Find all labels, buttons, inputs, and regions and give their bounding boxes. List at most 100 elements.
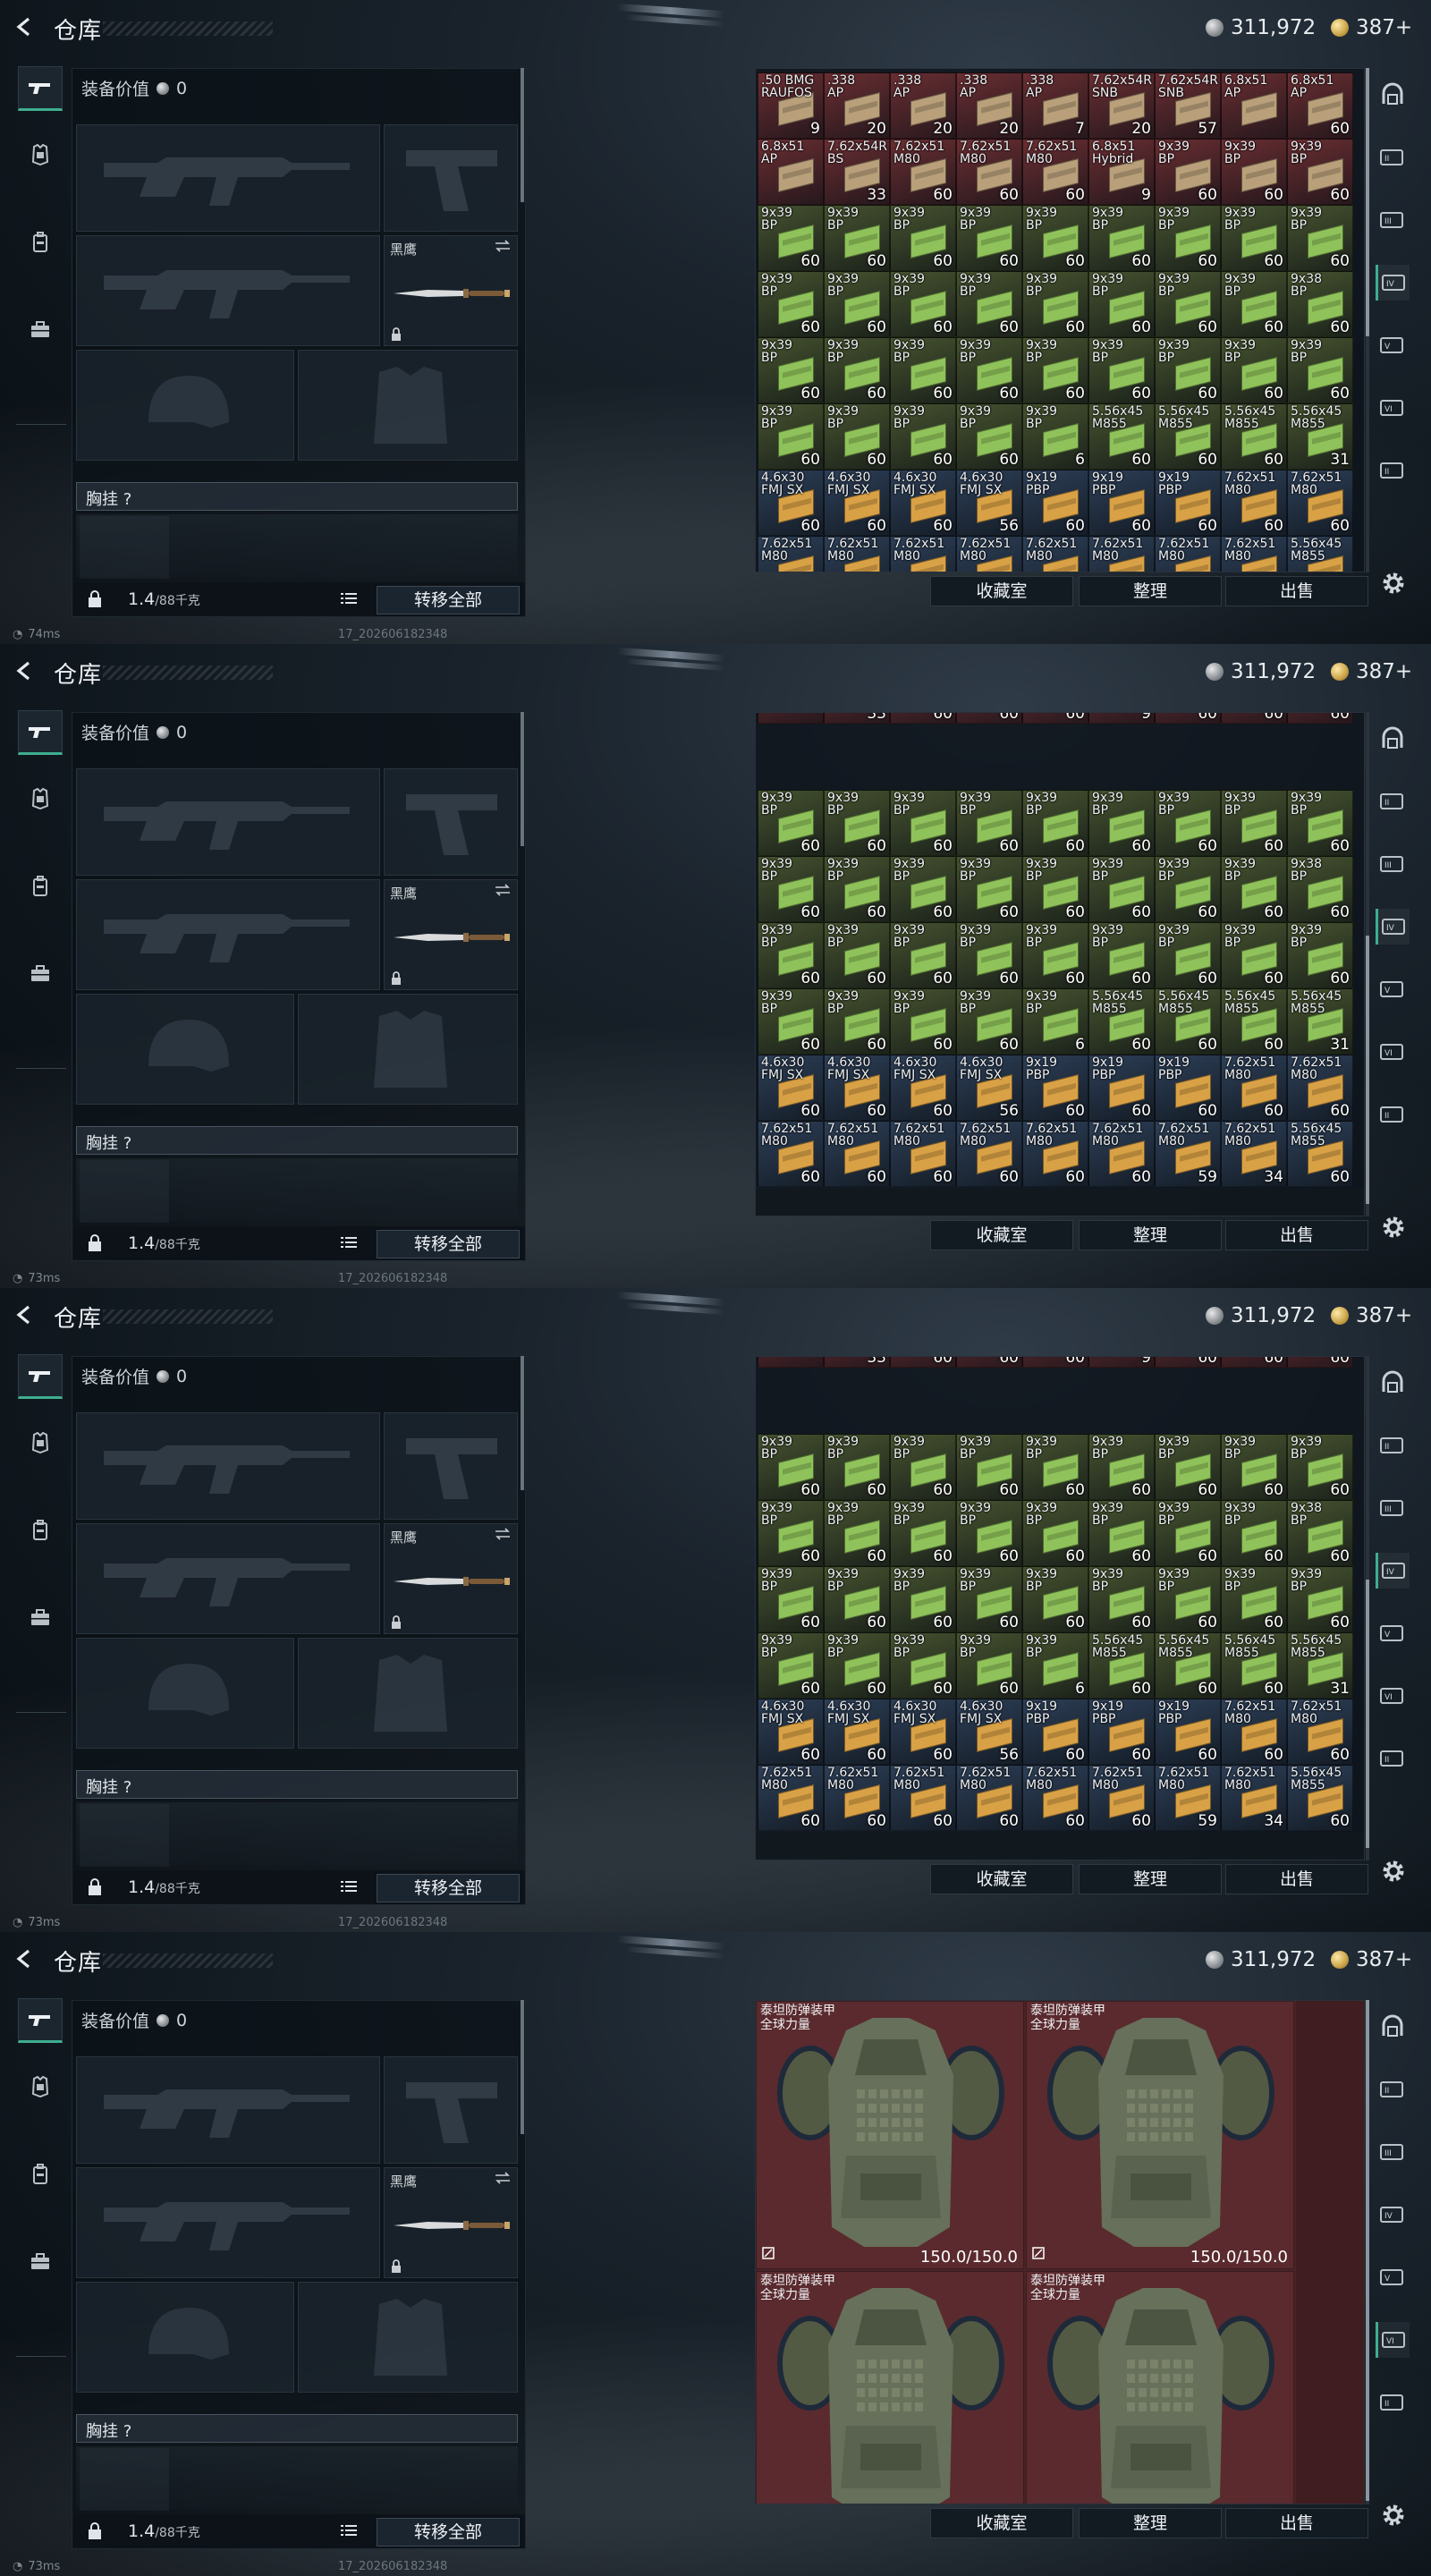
secondary-weapon-slot[interactable] — [76, 235, 380, 346]
ammo-item[interactable]: 6.8x51 Hybrid 9 — [1088, 139, 1155, 205]
ammo-item[interactable]: 5.56x45 M855 60 — [1221, 1632, 1287, 1699]
ammo-item[interactable]: 7.62x54R SNB 57 — [1155, 72, 1221, 139]
ammo-item[interactable]: 9x39 BP 6 — [1022, 988, 1088, 1055]
ammo-item[interactable]: 7.62x51 M80 60 — [824, 1121, 890, 1187]
ammo-item[interactable]: 7.62x51 M80 60 — [890, 139, 956, 205]
ammo-item[interactable]: 7.62x51 M80 60 — [1287, 1699, 1353, 1765]
rail-tab-7[interactable]: II — [1376, 2385, 1410, 2420]
ammo-item[interactable]: 4.6x30 FMJ SX 60 — [890, 1699, 956, 1765]
rail-tab-5[interactable]: V — [1376, 1615, 1410, 1651]
collection-room-button[interactable]: 收藏室 — [930, 1220, 1073, 1250]
gold-currency[interactable]: 387+ — [1331, 660, 1412, 683]
ammo-item[interactable]: 6.8x51 AP 60 — [1287, 72, 1353, 139]
ammo-item[interactable]: 9x38 BP 60 — [1287, 271, 1353, 337]
ammo-item[interactable]: 4.6x30 FMJ SX 60 — [824, 1699, 890, 1765]
swap-icon[interactable] — [494, 240, 512, 252]
rail-tab-3[interactable]: III — [1376, 2134, 1410, 2170]
scrollbar-thumb[interactable] — [1366, 1580, 1369, 1848]
ammo-item[interactable]: 9x39 BP 60 — [1088, 1434, 1155, 1500]
ammo-item[interactable]: 9x39 BP 6 — [1022, 403, 1088, 470]
ammo-item[interactable]: 5.56x45 M855 31 — [1287, 1632, 1353, 1699]
ammo-item[interactable]: 4.6x30 FMJ SX 60 — [890, 1055, 956, 1121]
ammo-item[interactable]: 9x39 BP 60 — [1221, 1500, 1287, 1566]
ammo-item[interactable]: 7.62x51 M80 60 — [1088, 1765, 1155, 1831]
ammo-item[interactable]: 60 — [1022, 713, 1088, 724]
ammo-item[interactable]: 4.6x30 FMJ SX 60 — [758, 1699, 824, 1765]
ammo-item[interactable]: 9x39 BP 60 — [1022, 1434, 1088, 1500]
ammo-item[interactable]: 9x39 BP 60 — [1022, 790, 1088, 856]
secondary-weapon-slot[interactable] — [76, 1523, 380, 1634]
ammo-item[interactable]: 9x39 BP 60 — [890, 856, 956, 922]
rail-tab-5[interactable]: V — [1376, 327, 1410, 363]
rail-tab-7[interactable]: II — [1376, 1741, 1410, 1776]
ammo-item[interactable]: 9x39 BP 60 — [1022, 1500, 1088, 1566]
ammo-item[interactable]: 9x39 BP 60 — [1155, 1500, 1221, 1566]
rail-tab-6[interactable]: VI — [1376, 1678, 1410, 1714]
ammo-item[interactable]: 9 — [1088, 713, 1155, 724]
ammo-item[interactable]: 9x39 BP 60 — [758, 922, 824, 988]
nav-case[interactable] — [18, 308, 63, 352]
rail-tab-6[interactable]: VI — [1376, 1034, 1410, 1070]
nav-case[interactable] — [18, 952, 63, 996]
ammo-item[interactable]: 9x39 BP 60 — [1088, 922, 1155, 988]
armor-item[interactable]: 泰坦防弹装甲 全球力量 150.0/150.0 — [756, 2001, 1024, 2269]
ammo-item[interactable]: 7.62x51 M80 59 — [1155, 1121, 1221, 1187]
ammo-item[interactable]: 9x39 BP 60 — [1287, 922, 1353, 988]
pistol-slot[interactable] — [384, 768, 518, 876]
ammo-item[interactable]: 60 — [1287, 713, 1353, 724]
chest-rig-slot[interactable]: 胸挂 ? — [76, 1770, 518, 1799]
sell-button[interactable]: 出售 — [1225, 576, 1368, 606]
ammo-item[interactable]: 9x39 BP 60 — [758, 1632, 824, 1699]
ammo-item[interactable]: 9x39 BP 60 — [1155, 271, 1221, 337]
settings-button[interactable] — [1377, 1855, 1410, 1887]
inventory-scrollbar[interactable] — [1366, 1356, 1369, 1860]
ammo-item[interactable]: 9x39 BP 60 — [956, 271, 1022, 337]
rail-tab-2[interactable]: II — [1376, 2072, 1410, 2107]
nav-weapons[interactable] — [18, 66, 63, 111]
body-armor-slot[interactable] — [298, 994, 518, 1105]
ammo-item[interactable]: 5.56x45 M855 31 — [1287, 988, 1353, 1055]
settings-button[interactable] — [1377, 567, 1410, 599]
ammo-item[interactable]: 7.62x51 M80 34 — [1221, 1765, 1287, 1831]
ammo-item[interactable]: 9x39 BP 60 — [1022, 856, 1088, 922]
inventory-scrollbar[interactable] — [1366, 2000, 1369, 2504]
melee-slot[interactable]: 黑鹰 — [384, 2167, 518, 2278]
ammo-item[interactable]: 4.6x30 FMJ SX 56 — [956, 470, 1022, 536]
ammo-item[interactable]: 60 — [890, 713, 956, 724]
rail-tab-5[interactable]: V — [1376, 2259, 1410, 2295]
ammo-item[interactable]: 9x39 BP 60 — [1155, 1434, 1221, 1500]
rail-tab-2[interactable]: II — [1376, 784, 1410, 819]
ammo-item[interactable]: 9x39 BP 60 — [1221, 337, 1287, 403]
ammo-item[interactable]: 9x19 PBP 60 — [1088, 470, 1155, 536]
primary-weapon-slot[interactable] — [76, 124, 380, 232]
secondary-weapon-slot[interactable] — [76, 2167, 380, 2278]
ammo-item[interactable]: 5.56x45 M855 60 — [1221, 988, 1287, 1055]
scrollbar-thumb[interactable] — [1366, 2000, 1369, 2501]
ammo-item[interactable]: 9x39 BP 60 — [1221, 1566, 1287, 1632]
ammo-item[interactable]: 9x39 BP 60 — [758, 337, 824, 403]
rail-tab-6[interactable]: VI — [1376, 390, 1410, 426]
ammo-item[interactable]: 9x39 BP 6 — [1022, 1632, 1088, 1699]
sort-button[interactable]: 整理 — [1079, 1864, 1222, 1894]
ammo-item[interactable]: 7.62x51 M80 — [1155, 536, 1221, 572]
ammo-item[interactable]: 9x39 BP 60 — [1022, 1566, 1088, 1632]
ammo-item[interactable]: 9x39 BP 60 — [758, 856, 824, 922]
ammo-item[interactable]: 5.56x45 M855 — [1287, 536, 1353, 572]
ammo-item[interactable]: 9x39 BP 60 — [956, 988, 1022, 1055]
back-button[interactable] — [13, 1302, 38, 1327]
nav-backpack[interactable] — [18, 864, 63, 909]
ammo-item[interactable]: 7.62x51 M80 — [956, 536, 1022, 572]
nav-armor[interactable] — [18, 776, 63, 821]
ammo-item[interactable]: 5.56x45 M855 60 — [1088, 988, 1155, 1055]
ammo-item[interactable]: 7.62x51 M80 — [1088, 536, 1155, 572]
ammo-item[interactable]: 5.56x45 M855 60 — [1155, 1632, 1221, 1699]
ammo-item[interactable]: 9x39 BP 60 — [824, 790, 890, 856]
ammo-item[interactable]: 9x39 BP 60 — [1221, 1434, 1287, 1500]
ammo-item[interactable]: 9x39 BP 60 — [890, 271, 956, 337]
ammo-item[interactable]: 9x39 BP 60 — [758, 1500, 824, 1566]
chest-rig-slot[interactable]: 胸挂 ? — [76, 2414, 518, 2443]
ammo-item[interactable]: 4.6x30 FMJ SX 56 — [956, 1055, 1022, 1121]
ammo-item[interactable]: 9x39 BP 60 — [890, 988, 956, 1055]
sort-button[interactable]: 整理 — [1079, 2508, 1222, 2538]
rail-tab-4[interactable]: IV — [1376, 1553, 1410, 1589]
